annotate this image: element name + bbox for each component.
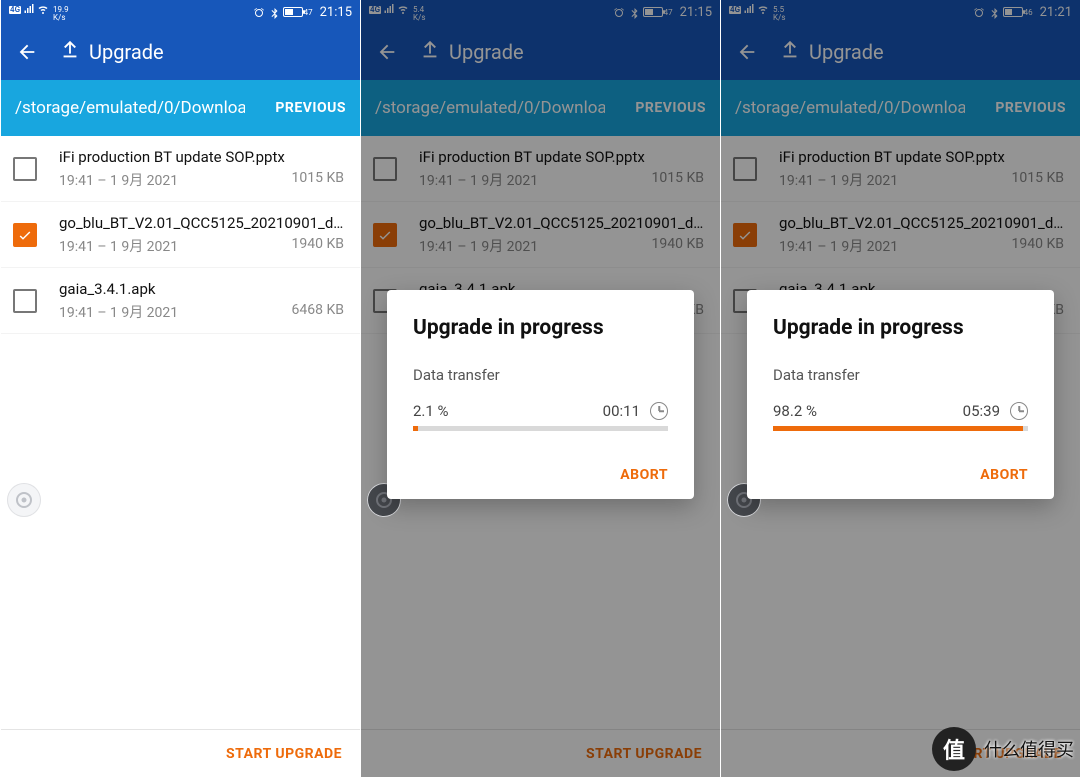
back-button[interactable] [13,38,41,66]
alarm-icon [253,6,265,18]
signal-icon [23,2,35,14]
file-date: 19:41 – 1 9月 2021 [59,170,178,190]
clock-time: 21:15 [320,5,352,20]
upgrade-progress-dialog: Upgrade in progress Data transfer 2.1 % 00:… [387,290,694,499]
watermark-text: 什么值得买 [984,736,1074,762]
battery-icon [283,7,303,17]
current-path: /storage/emulated/0/Download/WeiXin/Go [15,98,245,118]
status-bar: 4G19.9K/s4721:15 [1,0,360,24]
upgrade-progress-dialog: Upgrade in progress Data transfer 98.2 % 05… [747,290,1054,499]
file-list: iFi production BT update SOP.pptx 19:41 –… [1,136,360,334]
progress-elapsed: 00:11 [603,402,640,420]
file-name: go_blu_BT_V2.01_QCC5125_20210901_d… [59,214,344,232]
dialog-title: Upgrade in progress [413,316,668,340]
abort-button[interactable]: ABORT [620,467,668,483]
progress-bar [773,426,1028,431]
watermark-icon: 值 [932,727,976,771]
clock-icon [1010,402,1028,420]
assistive-touch-button[interactable] [7,483,41,517]
file-name: gaia_3.4.1.apk [59,280,344,298]
clock-icon [650,402,668,420]
wifi-icon [37,2,49,14]
app-bar: Upgrade [1,24,360,80]
file-size: 1940 KB [292,236,344,256]
phone-screen: 4G5.4K/s4721:15Upgrade/storage/emulated/… [360,0,720,777]
file-row[interactable]: go_blu_BT_V2.01_QCC5125_20210901_d… 19:41… [1,202,360,268]
file-row[interactable]: gaia_3.4.1.apk 19:41 – 1 9月 2021 6468 KB [1,268,360,334]
file-name: iFi production BT update SOP.pptx [59,148,344,166]
phone-screen: 4G5.5K/s4621:21Upgrade/storage/emulated/… [720,0,1080,777]
progress-percent: 98.2 % [773,402,817,420]
file-checkbox[interactable] [13,289,37,313]
file-size: 6468 KB [292,302,344,322]
file-size: 1015 KB [292,170,344,190]
footer-bar: START UPGRADE [1,729,360,777]
previous-button[interactable]: PREVIOUS [275,100,346,116]
file-checkbox[interactable] [13,157,37,181]
path-bar: /storage/emulated/0/Download/WeiXin/Go PR… [1,80,360,136]
bluetooth-icon [268,6,280,18]
net-unit: K/s [53,14,69,22]
dialog-subtitle: Data transfer [773,366,1028,384]
phone-screen: 4G19.9K/s4721:15Upgrade/storage/emulated… [0,0,360,777]
network-4g-icon: 4G [9,6,21,14]
file-date: 19:41 – 1 9月 2021 [59,302,178,322]
progress-percent: 2.1 % [413,402,449,420]
progress-elapsed: 05:39 [963,402,1000,420]
file-row[interactable]: iFi production BT update SOP.pptx 19:41 –… [1,136,360,202]
progress-bar [413,426,668,431]
dialog-title: Upgrade in progress [773,316,1028,340]
abort-button[interactable]: ABORT [980,467,1028,483]
app-title: Upgrade [89,40,164,64]
start-upgrade-button[interactable]: START UPGRADE [226,746,342,762]
file-checkbox[interactable] [13,223,37,247]
upload-icon [59,39,81,65]
watermark: 值 什么值得买 [932,727,1074,771]
dialog-subtitle: Data transfer [413,366,668,384]
battery-text: 47 [304,8,313,17]
file-date: 19:41 – 1 9月 2021 [59,236,178,256]
